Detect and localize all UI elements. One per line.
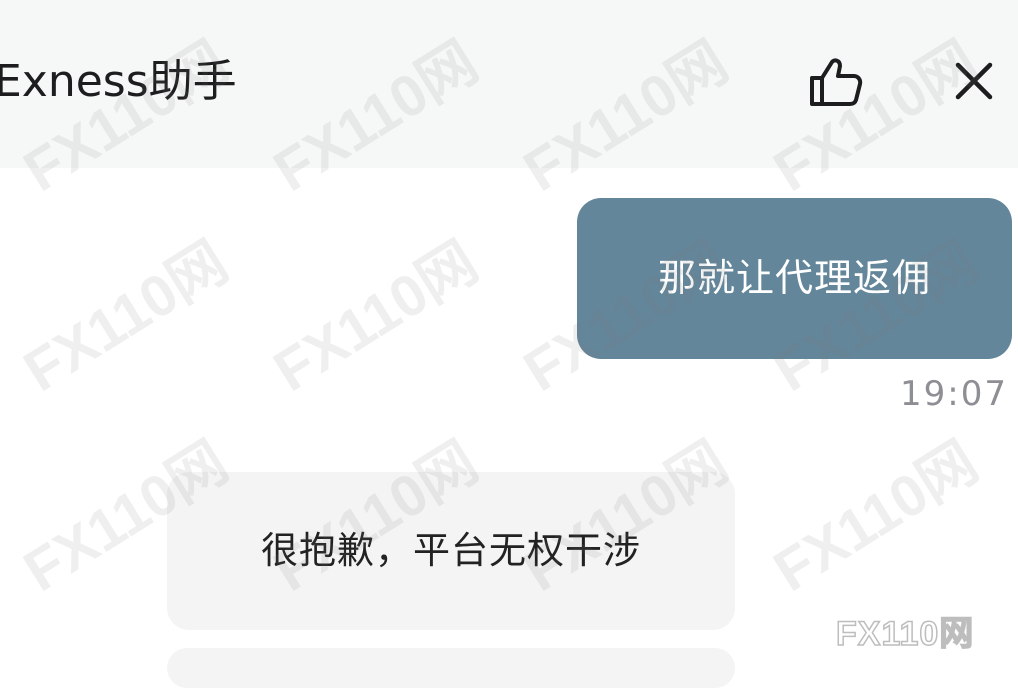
thumbs-up-icon[interactable] [808, 56, 864, 108]
watermark-logo: FX110网 [262, 229, 489, 405]
incoming-message-bubble: 很抱歉，平台无权干涉 [167, 472, 735, 630]
close-icon[interactable] [953, 60, 995, 102]
chat-title: Exness助手 [0, 56, 237, 107]
incoming-message-bubble-partial [167, 648, 735, 688]
outgoing-message-bubble: 那就让代理返佣 [577, 198, 1012, 359]
chat-header: Exness助手 [0, 0, 1018, 168]
watermark-logo: FX110网 [762, 429, 989, 605]
brand-watermark-logo: FX110网 [835, 614, 975, 654]
watermark-logo: FX110网 [12, 229, 239, 405]
message-timestamp: 19:07 [900, 374, 1008, 414]
